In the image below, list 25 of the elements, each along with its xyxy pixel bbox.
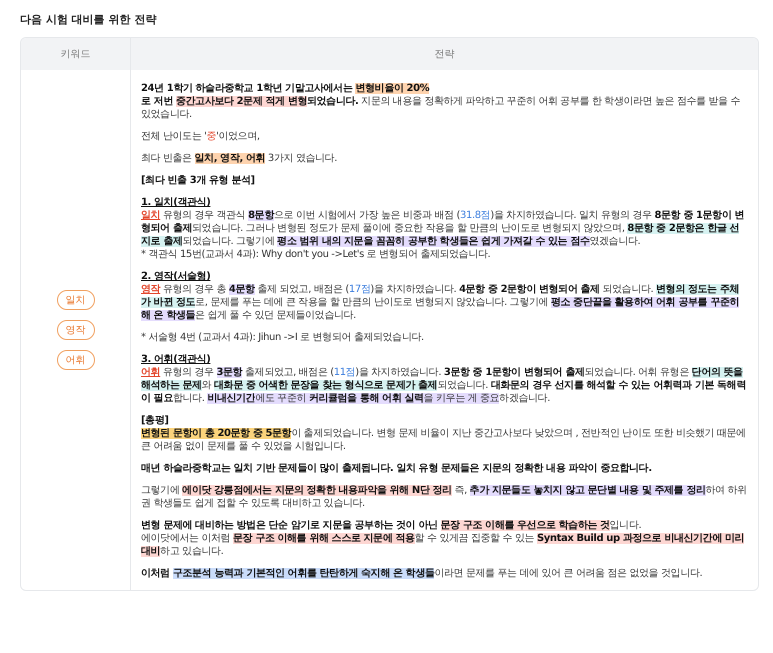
keyword-tag: 일치 xyxy=(56,290,94,310)
column-header: 키워드 xyxy=(21,38,131,70)
keyword-tag: 어휘 xyxy=(56,350,94,370)
paragraph-text: 24년 1학기 하슬라중학교 1학년 기말고사에서는 변형비율이 20% xyxy=(141,82,430,95)
paragraph-text: 2. 영작(서술형) xyxy=(141,270,212,283)
column-header: 전략 xyxy=(131,38,758,70)
paragraph-text: 이처럼 구조분석 능력과 기본적인 어휘를 탄탄하게 숙지해 온 학생들이라면 문제를 푸는 데에 있어 큰 어려움 점은 없었을 것입니다. xyxy=(141,567,704,580)
paragraph-text: 어휘 유형의 경우 3문항 출제되었고, 배점은 (11점)을 차지하였습니다. 3문항 중 1문항이 변형되어 출제되었습니다. 어휘 유형은 단어의 뜻을 해석하는 문제와 대화문 중 어색한 문장을 찾는 형식으로 문제가 출제되었습니다. 대화문의 경우 선지를 해석할 수 있는 어휘력과 기본 독해력이 필요합니다. 비내신기간에도 꾸준히 커리큘럼을 통해 어휘 실력을 키우는 게 중요하겠습니다. xyxy=(141,366,747,405)
paragraph-text: 1. 일치(객관식) xyxy=(141,196,212,209)
paragraph-text: * 객관식 15번(교과서 4과): Why don't you ->Let's 로 변형되어 출제되었습니다. xyxy=(141,248,492,261)
paragraph-text: 3. 어휘(객관식) xyxy=(141,353,212,366)
paragraph-text: 에이닷에서는 이처럼 문장 구조 이해를 위해 스스로 지문에 적용할 수 있게끔 집중할 수 있는 Syntax Build up 과정으로 비내신기간에 미리 대비하고 있습니다. xyxy=(141,532,746,558)
keyword-tag: 영작 xyxy=(56,320,94,340)
section-title: 다음 시험 대비를 위한 전략 xyxy=(20,12,158,27)
paragraph-text: 최다 빈출은 일치, 영작, 어휘 3가지 였습니다. xyxy=(141,152,338,165)
paragraph-text: [최다 빈출 3개 유형 분석] xyxy=(141,174,256,187)
paragraph-text: 로 저번 중간고사보다 2문제 적게 변형되었습니다. 지문의 내용을 정확하게 파악하고 꾸준히 어휘 공부를 한 학생이라면 높은 점수를 받을 수 있었습니다. xyxy=(141,95,742,121)
paragraph-text: 일치 유형의 경우 객관식 8문항으로 이번 시험에서 가장 높은 비중과 배점 (31.8점)을 차지하였습니다. 일치 유형의 경우 8문항 중 1문항이 변형되어 출제되었습니다. 그러나 변형된 정도가 문제 풀이에 중요한 작용을 할 만큼의 난이도로 변형되지 않았으며, 8문항 중 2문항은 한글 선지로 출제되었습니다. 그렇기에 평소 범위 내의 지문을 꼼꼼히 공부한 학생들은 쉽게 가져갈 수 있는 점수였겠습니다. xyxy=(141,209,746,248)
paragraph-text: 그렇기에 에이닷 강릉점에서는 지문의 정확한 내용파악을 위해 N단 정리 즉, 추가 지문들도 놓치지 않고 문단별 내용 및 주제를 정리하여 하위권 학생들도 쉽게 접할 수 있도록 대비하고 있습니다. xyxy=(141,484,748,510)
paragraph-text: 매년 하슬라중학교는 일치 기반 문제들이 많이 출제됩니다. 일치 유형 문제들은 지문의 정확한 내용 파악이 중요합니다. xyxy=(141,462,653,475)
paragraph-text: 변형 문제에 대비하는 방법은 단순 암기로 지문을 공부하는 것이 아닌 문장 구조 이해를 우선으로 학습하는 것입니다. xyxy=(141,519,642,532)
paragraph-text: 전체 난이도는 '중'이었으며, xyxy=(141,130,261,143)
paragraph-text: [총평] xyxy=(141,414,170,427)
paragraph-text: * 서술형 4번 (교과서 4과): Jihun ->I 로 변형되어 출제되었습니다. xyxy=(141,331,425,344)
paragraph-text: 영작 유형의 경우 총 4문항 출제 되었고, 배점은 (17점)을 차지하였습니다. 4문항 중 2문항이 변형되어 출제 되었습니다. 변형의 정도는 주체가 바뀐 정도로, 문제를 푸는 데에 큰 작용을 할 만큼의 난이도로 변형되지 않았습니다. 그렇기에 평소 중단끝을 활용하여 어휘 공부를 꾸준히 해 온 학생들은 쉽게 풀 수 있던 문제들이었습니다. xyxy=(141,283,740,322)
